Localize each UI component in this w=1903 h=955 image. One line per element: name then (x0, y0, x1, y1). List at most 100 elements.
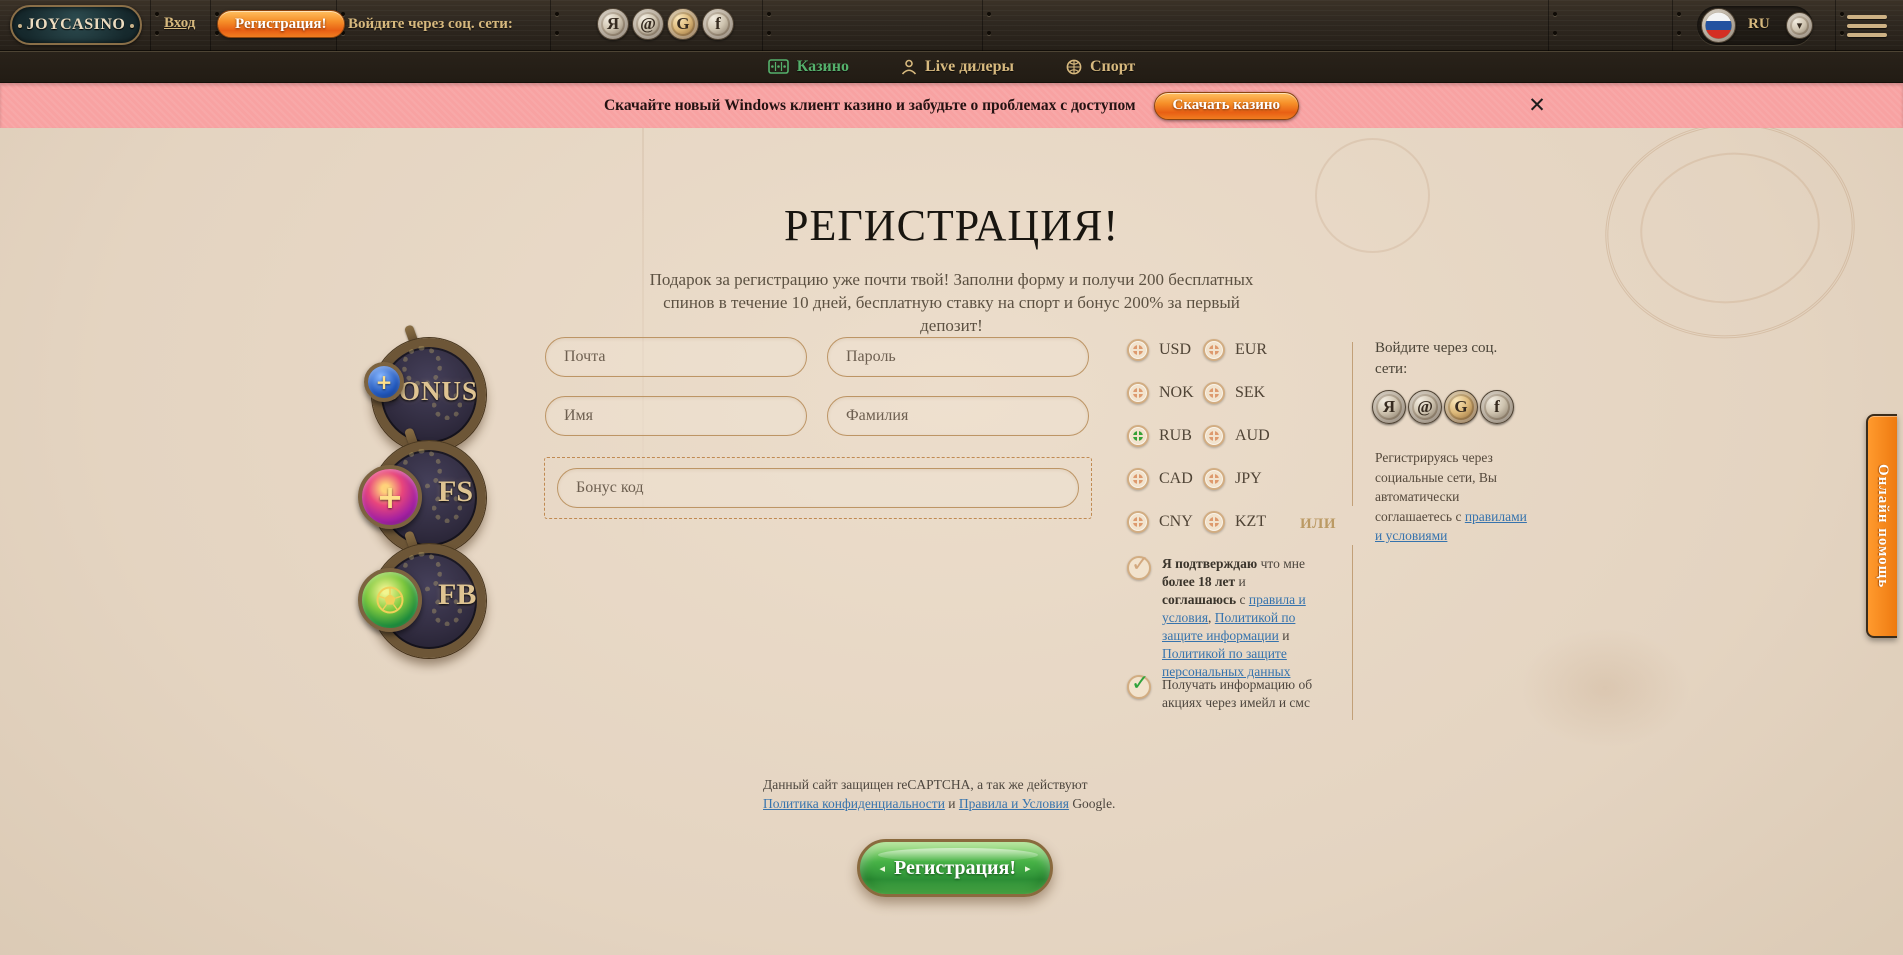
currency-radio-eur[interactable]: EUR (1203, 339, 1270, 361)
rivet-seam (1835, 0, 1841, 51)
freespins-badge: FS + (372, 441, 486, 555)
bonus-badge: BONUS + (372, 338, 486, 452)
mailru-glyph: @ (640, 14, 656, 34)
radio-icon (1127, 511, 1149, 533)
radio-icon (1203, 339, 1225, 361)
download-casino-button[interactable]: Скачать казино (1154, 92, 1300, 120)
tab-sport[interactable]: Спорт (1066, 58, 1135, 76)
language-code: RU (1748, 16, 1770, 33)
header-register-button[interactable]: Регистрация! (217, 10, 345, 38)
email-field[interactable] (545, 337, 807, 377)
freebet-badge: FB (372, 544, 486, 658)
logo-text: JOYCASINO (27, 16, 126, 34)
currency-radio-cad[interactable]: CAD (1127, 468, 1203, 490)
radio-icon (1203, 511, 1225, 533)
page-subtitle: Подарок за регистрацию уже почти твой! З… (632, 268, 1272, 337)
tab-casino[interactable]: Казино (768, 58, 849, 76)
currency-radio-rub[interactable]: RUB (1127, 425, 1203, 447)
currency-label: KZT (1235, 513, 1266, 531)
currency-label: EUR (1235, 341, 1267, 359)
currency-label: RUB (1159, 427, 1192, 445)
top-header: JOYCASINO Вход Регистрация! Войдите чере… (0, 0, 1903, 51)
tab-live-dealers[interactable]: Live дилеры (901, 58, 1014, 76)
mailru-login-icon[interactable]: @ (632, 8, 664, 40)
arrow-right-icon: ▸ (1025, 862, 1031, 875)
russian-flag-icon[interactable] (1701, 8, 1736, 43)
slot-machine-icon (768, 59, 789, 75)
page-title: РЕГИСТРАЦИЯ! (0, 200, 1903, 251)
rivet-seam (1548, 0, 1554, 51)
privacy-policy-link[interactable]: Политика конфиденциальности (763, 796, 945, 811)
check-icon: ✓ (1131, 671, 1149, 696)
terms-of-service-link[interactable]: Правила и Условия (959, 796, 1069, 811)
currency-radio-kzt[interactable]: KZT (1203, 511, 1270, 533)
chevron-down-icon: ▾ (1797, 19, 1803, 32)
plus-icon: + (376, 370, 393, 394)
radio-icon (1127, 339, 1149, 361)
yandex-login-icon[interactable]: Я (597, 8, 629, 40)
register-submit-button[interactable]: ◂ Регистрация! ▸ (857, 839, 1053, 897)
social-panel-icons: Я @ G f (1372, 390, 1514, 424)
facebook-login-icon[interactable]: f (1480, 390, 1514, 424)
banner-close-icon[interactable]: ✕ (1524, 92, 1550, 118)
freebet-badge-label: FB (438, 578, 476, 612)
password-field[interactable] (827, 337, 1089, 377)
tab-casino-label: Казино (797, 58, 849, 76)
currency-radio-cny[interactable]: CNY (1127, 511, 1203, 533)
currency-label: AUD (1235, 427, 1270, 445)
rivet-seam (550, 0, 556, 51)
mailru-login-icon[interactable]: @ (1408, 390, 1442, 424)
google-login-icon[interactable]: G (667, 8, 699, 40)
rivet-seam (1672, 0, 1678, 51)
online-help-label: Онлайн помощь (1874, 464, 1891, 588)
decor-stain (1520, 628, 1690, 748)
currency-radio-jpy[interactable]: JPY (1203, 468, 1270, 490)
arrow-left-icon: ◂ (879, 862, 885, 875)
vertical-divider (1352, 545, 1353, 720)
currency-radio-aud[interactable]: AUD (1203, 425, 1270, 447)
header-social-prompt: Войдите через соц. сети: (348, 16, 513, 33)
currency-radio-sek[interactable]: SEK (1203, 382, 1270, 404)
social-panel-title: Войдите через соц. сети: (1375, 338, 1515, 380)
facebook-glyph: f (715, 14, 721, 34)
facebook-login-icon[interactable]: f (702, 8, 734, 40)
dealer-icon (901, 59, 917, 75)
radio-icon (1127, 382, 1149, 404)
currency-radio-nok[interactable]: NOK (1127, 382, 1203, 404)
social-panel-note: Регистрируясь через социальные сети, Вы … (1375, 448, 1527, 546)
first-name-field[interactable] (545, 396, 807, 436)
yandex-login-icon[interactable]: Я (1372, 390, 1406, 424)
rivet-seam (982, 0, 988, 51)
currency-radio-usd[interactable]: USD (1127, 339, 1203, 361)
or-label: ИЛИ (1300, 516, 1336, 533)
register-submit-label: Регистрация! (894, 857, 1016, 880)
currency-label: CAD (1159, 470, 1193, 488)
tab-sport-label: Спорт (1090, 58, 1135, 76)
facebook-glyph: f (1494, 397, 1500, 417)
rivet-seam (210, 0, 216, 51)
currency-label: USD (1159, 341, 1191, 359)
google-login-icon[interactable]: G (1444, 390, 1478, 424)
bonus-code-field[interactable] (557, 468, 1079, 508)
recaptcha-notice: Данный сайт защищен reCAPTCHA, а так же … (763, 776, 1145, 814)
personal-data-policy-link[interactable]: Политикой по защите персональных данных (1162, 646, 1291, 679)
promo-optin-checkbox[interactable]: ✓ (1127, 675, 1151, 699)
currency-label: NOK (1159, 384, 1194, 402)
radio-icon (1127, 468, 1149, 490)
joycasino-logo[interactable]: JOYCASINO (10, 5, 142, 45)
freespins-badge-label: FS (438, 475, 473, 509)
freebet-medallion (358, 568, 422, 632)
online-help-tab[interactable]: Онлайн помощь (1866, 414, 1897, 638)
radio-icon (1203, 382, 1225, 404)
language-dropdown-button[interactable]: ▾ (1786, 12, 1813, 39)
login-link[interactable]: Вход (164, 15, 195, 32)
currency-selector: USD EUR NOK SEK RUB AUD CAD JPY (1127, 339, 1270, 533)
last-name-field[interactable] (827, 396, 1089, 436)
mailru-glyph: @ (1417, 397, 1433, 417)
rivet-seam (150, 0, 156, 51)
age-confirm-checkbox[interactable]: ✓ (1127, 556, 1151, 580)
tab-live-dealers-label: Live дилеры (925, 58, 1014, 76)
currency-label: CNY (1159, 513, 1193, 531)
download-banner: Скачайте новый Windows клиент казино и з… (0, 83, 1903, 128)
menu-button[interactable] (1847, 15, 1887, 37)
